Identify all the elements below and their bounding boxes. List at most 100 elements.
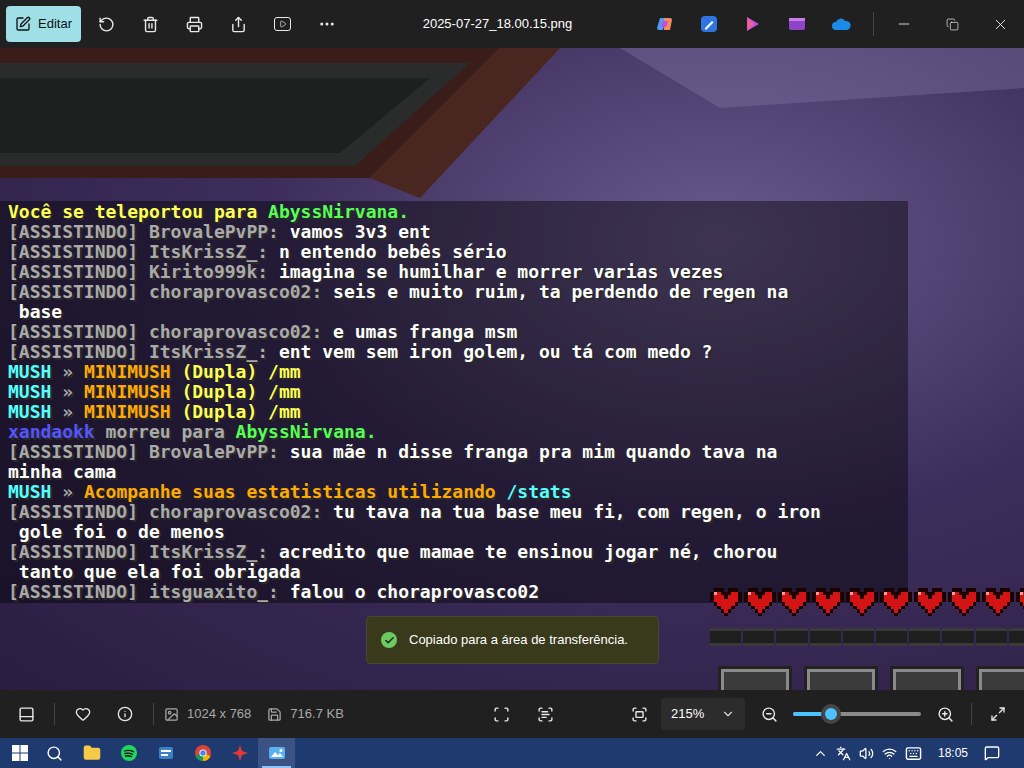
chat-segment: Você se teleportou para [8, 201, 268, 222]
dimensions: 1024 x 768 [164, 704, 251, 724]
toolbar-divider [873, 12, 874, 36]
chat-segment: AbyssNirvana. [268, 201, 409, 222]
onedrive-button[interactable] [823, 6, 859, 42]
taskbar-app[interactable] [110, 738, 147, 768]
folder-icon [83, 744, 101, 762]
windows-icon [12, 745, 28, 761]
chat-segment: falou o choraprovasco02 [290, 581, 539, 602]
zoom-dropdown[interactable]: 215% [661, 698, 745, 730]
chrome-icon [194, 744, 212, 762]
zoom-in-button[interactable] [927, 696, 963, 732]
notification-icon[interactable] [984, 745, 1000, 761]
start-button[interactable] [4, 738, 36, 768]
scan-text-icon [537, 706, 554, 723]
chat-segment: [ASSISTINDO] ItsKrissZ_: [8, 341, 279, 362]
chat-line: base [8, 302, 908, 322]
status-cell [942, 628, 973, 646]
app-icon [231, 744, 249, 762]
rotate-icon [98, 16, 115, 33]
status-cell [710, 628, 741, 646]
more-button[interactable] [309, 6, 345, 42]
status-strip [710, 628, 1024, 646]
designer-button[interactable] [691, 6, 727, 42]
scan-text-button[interactable] [527, 696, 563, 732]
print-button[interactable] [177, 6, 213, 42]
rotate-button[interactable] [89, 6, 125, 42]
chat-line: [ASSISTINDO] ItsKrissZ_: n entendo bebês… [8, 242, 908, 262]
restore-button[interactable] [928, 0, 976, 48]
volume-icon[interactable] [859, 746, 874, 761]
fit-button[interactable] [621, 696, 657, 732]
chat-segment: Acompanhe suas estatisticas utilizando [84, 481, 507, 502]
zoom-out-icon [761, 706, 778, 723]
filmstrip-button[interactable] [8, 696, 44, 732]
chevron-up-icon[interactable] [813, 746, 828, 761]
search-icon [46, 745, 63, 762]
info-button[interactable] [107, 696, 143, 732]
favorite-button[interactable] [65, 696, 101, 732]
chat-line: [ASSISTINDO] choraprovasco02: seis e mui… [8, 282, 908, 302]
edit-button[interactable]: Editar [6, 6, 81, 42]
heart-icon [812, 588, 844, 616]
chat-segment: [ASSISTINDO] BrovalePvPP: [8, 441, 290, 462]
heart-icon [914, 588, 946, 616]
fit-icon [631, 706, 648, 723]
heart-icon [880, 588, 912, 616]
chat-segment: (Dupla) /mm [171, 381, 301, 402]
keyboard-icon[interactable] [905, 745, 922, 762]
delete-button[interactable] [133, 6, 169, 42]
notes-icon [157, 744, 175, 762]
status-cell [776, 628, 807, 646]
chat-line: MUSH » MINIMUSH (Dupla) /mm [8, 402, 908, 422]
heart-icon [778, 588, 810, 616]
minimize-button[interactable] [880, 0, 928, 48]
hotbar-slot [890, 666, 964, 690]
chat-line: [ASSISTINDO] choraprovasco02: e umas fra… [8, 322, 908, 342]
chat-segment: n entendo bebês sério [279, 241, 507, 262]
hotbar-slot [976, 666, 1024, 690]
chat-segment: base [8, 301, 62, 322]
video-button[interactable] [779, 6, 815, 42]
chat-line: MUSH » MINIMUSH (Dupla) /mm [8, 382, 908, 402]
slideshow-button[interactable] [265, 6, 301, 42]
chat-segment: MINIMUSH [84, 361, 171, 382]
chevron-down-icon [721, 707, 735, 721]
chat-segment: xandaokk [8, 421, 95, 442]
zoom-slider-thumb[interactable] [821, 704, 841, 724]
bottom-bar: 1024 x 768716.7 KB215% [0, 690, 1024, 738]
share-button[interactable] [221, 6, 257, 42]
filmstrip-icon [18, 706, 35, 723]
chat-segment: ent vem sem iron golem, ou tá com medo ? [279, 341, 712, 362]
chat-line: [ASSISTINDO] choraprovasco02: tu tava na… [8, 502, 908, 522]
zoom-out-button[interactable] [751, 696, 787, 732]
chat-line: [ASSISTINDO] BrovalePvPP: sua mãe n diss… [8, 442, 908, 462]
chat-segment: » [51, 481, 84, 502]
network-icon[interactable] [882, 746, 897, 761]
status-cell [810, 628, 841, 646]
designer-icon [700, 15, 718, 33]
heart-icon [1016, 588, 1024, 616]
zoom-slider[interactable] [793, 704, 921, 724]
clipchamp-button[interactable] [735, 6, 771, 42]
taskbar-app[interactable] [73, 738, 110, 768]
scan-button[interactable] [483, 696, 519, 732]
taskbar-app[interactable] [258, 738, 295, 768]
taskbar-app[interactable] [221, 738, 258, 768]
search-button[interactable] [36, 738, 73, 768]
heart-icon [710, 588, 742, 616]
chat-segment: acredito que mamae te ensinou jogar né, … [279, 541, 778, 562]
chat-line: gole foi o de menos [8, 522, 908, 542]
heart-icon [982, 588, 1014, 616]
expand-button[interactable] [980, 696, 1016, 732]
chat-segment: MUSH [8, 361, 51, 382]
save-icon [267, 707, 282, 722]
taskbar-app[interactable] [184, 738, 221, 768]
clock[interactable]: 18:05 [938, 744, 968, 762]
close-button[interactable] [976, 0, 1024, 48]
active-indicator [262, 766, 291, 768]
clipchamp-icon [744, 15, 762, 33]
language-icon[interactable] [836, 746, 851, 761]
status-cell [743, 628, 774, 646]
copilot-button[interactable] [647, 6, 683, 42]
taskbar-app[interactable] [147, 738, 184, 768]
